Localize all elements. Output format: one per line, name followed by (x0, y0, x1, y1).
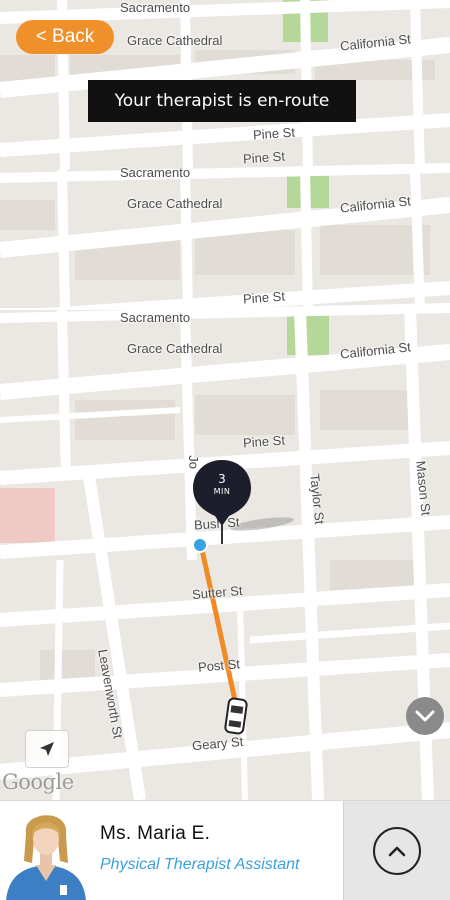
expand-panel (343, 801, 450, 900)
street-label: Sacramento (120, 165, 191, 180)
therapist-card[interactable]: Ms. Maria E. Physical Therapist Assistan… (0, 800, 450, 900)
google-logo: Google (2, 770, 74, 794)
map-tile-3 (0, 303, 450, 800)
eta-unit: MIN (213, 487, 231, 496)
map-view[interactable]: Sacramento Grace Cathedral California St… (0, 0, 450, 800)
status-banner: Your therapist is en-route (88, 80, 356, 122)
street-label: Pine St (242, 288, 286, 307)
therapist-avatar (0, 801, 92, 900)
eta-value: 3 (218, 472, 226, 486)
street-label: Sacramento (120, 0, 191, 15)
map-tile-2 (0, 163, 450, 325)
therapist-name: Ms. Maria E. (100, 823, 211, 844)
eta-pin[interactable]: 3 MIN (191, 458, 253, 546)
park-area (287, 310, 329, 355)
highlighted-block (0, 488, 55, 543)
back-button[interactable]: < Back (16, 20, 114, 54)
navigation-arrow-icon (40, 742, 54, 756)
locate-button[interactable] (25, 730, 69, 768)
collapse-button[interactable] (406, 697, 444, 735)
car-icon (224, 697, 248, 735)
street-label: Pine St (252, 124, 296, 143)
chevron-down-icon (415, 710, 435, 722)
street-label: Sacramento (120, 310, 191, 325)
chevron-up-icon (388, 846, 406, 857)
therapist-role: Physical Therapist Assistant (100, 856, 300, 873)
street-label: Grace Cathedral (127, 33, 223, 48)
street-label: Grace Cathedral (127, 341, 223, 356)
expand-button[interactable] (373, 827, 421, 875)
street-label: Pine St (242, 148, 286, 167)
street-label: Grace Cathedral (127, 196, 223, 211)
street-label: Pine St (242, 432, 286, 451)
